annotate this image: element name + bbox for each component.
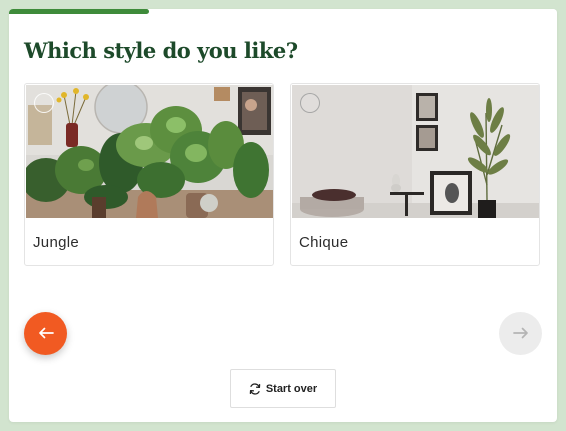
option-label-chique: Chique: [299, 234, 349, 251]
chique-style-image: [292, 85, 539, 218]
start-over-button[interactable]: Start over: [230, 369, 336, 408]
jungle-style-image: [26, 85, 273, 218]
progress-bar-fill: [9, 9, 149, 14]
quiz-card: Which style do you like? Jungle Chique S…: [9, 9, 557, 422]
start-over-label: Start over: [265, 382, 318, 395]
option-card-chique[interactable]: Chique: [290, 83, 540, 266]
option-label-jungle: Jungle: [33, 234, 80, 251]
previous-button[interactable]: [24, 312, 67, 355]
option-radio-chique[interactable]: [300, 93, 320, 113]
arrow-right-icon: [512, 324, 529, 343]
next-button[interactable]: [499, 312, 542, 355]
arrow-left-icon: [38, 324, 54, 343]
progress-bar: [9, 9, 557, 14]
option-radio-jungle[interactable]: [34, 93, 54, 113]
option-card-jungle[interactable]: Jungle: [24, 83, 274, 266]
question-title: Which style do you like?: [24, 38, 298, 63]
refresh-icon: [249, 382, 261, 395]
